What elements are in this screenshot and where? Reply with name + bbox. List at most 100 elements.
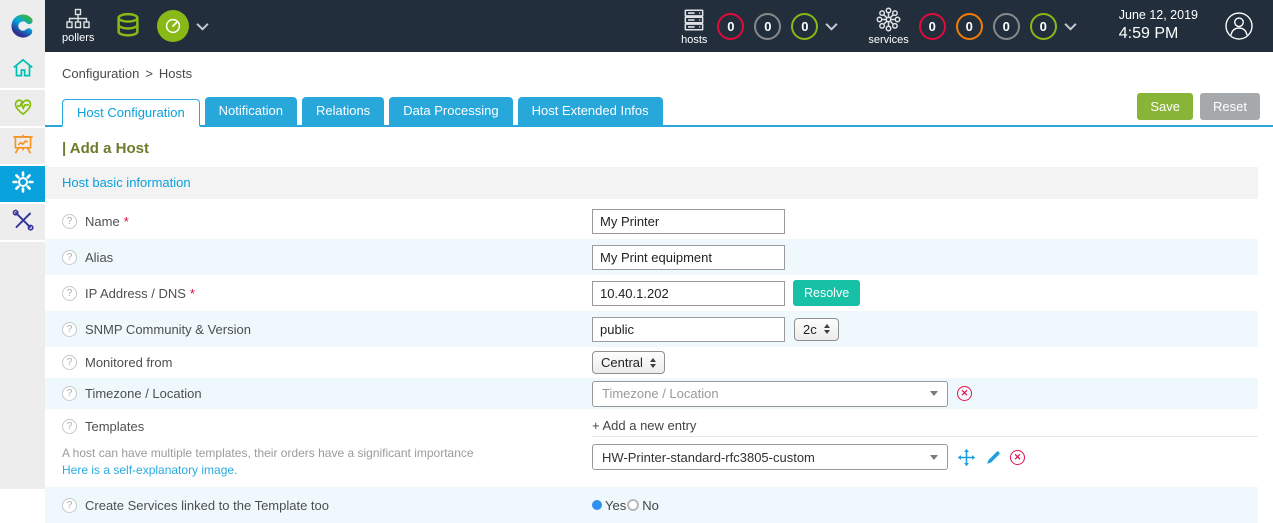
help-icon[interactable] [62,249,77,265]
templates-label: Templates [85,418,145,434]
reset-button[interactable]: Reset [1200,93,1260,120]
select-arrows-icon [649,357,656,368]
create-services-no-option[interactable]: No [627,498,660,513]
sidebar-item-reporting[interactable] [0,128,45,166]
tab-relations[interactable]: Relations [301,97,385,125]
centreon-logo-icon [10,14,35,38]
clear-timezone-icon[interactable] [957,386,972,401]
help-icon[interactable] [62,386,77,401]
form-row-name: Name * [45,203,1258,239]
user-avatar-icon[interactable] [1224,11,1254,41]
page-title: | Add a Host [62,140,149,157]
breadcrumb-configuration[interactable]: Configuration [62,66,139,81]
breadcrumb-hosts[interactable]: Hosts [159,66,192,81]
snmp-community-input[interactable] [592,316,785,342]
breadcrumb: Configuration > Hosts [45,52,1273,81]
hosts-label: hosts [681,33,708,46]
hosts-unreachable-badge[interactable]: 0 [754,12,782,40]
form-row-create-services: Create Services linked to the Template t… [45,487,1258,523]
move-template-icon[interactable] [957,448,976,467]
monitored-from-value: Central [601,355,643,370]
hosts-menu[interactable]: hosts [681,7,707,46]
pollers-menu[interactable]: pollers [62,8,94,44]
save-button[interactable]: Save [1137,93,1194,120]
heart-pulse-icon [10,93,36,124]
required-marker: * [123,213,129,229]
ip-input[interactable] [592,280,785,306]
help-icon[interactable] [62,418,77,434]
snmp-version-select[interactable]: 2c [794,317,839,341]
create-services-label: Create Services linked to the Template t… [85,497,330,513]
name-label: Name [85,213,120,229]
chevron-down-icon[interactable] [196,22,210,31]
chevron-down-icon[interactable] [1064,22,1077,31]
tab-data-processing[interactable]: Data Processing [389,97,513,125]
help-icon[interactable] [62,285,77,301]
template-select[interactable]: HW-Printer-standard-rfc3805-custom [592,444,948,470]
delete-template-icon[interactable] [1010,449,1025,465]
form-row-templates: Templates A host can have multiple templ… [45,409,1258,487]
hosts-status-group: hosts 0 0 0 [681,7,839,46]
monitored-from-label: Monitored from [85,355,173,370]
help-icon[interactable] [62,355,77,370]
help-icon[interactable] [62,213,77,229]
yes-label: Yes [605,497,627,513]
form-row-monitored-from: Monitored from Central [45,347,1258,378]
sidebar-item-home[interactable] [0,52,45,90]
services-status-group: services 0 0 0 0 [868,6,1077,46]
hosts-up-badge[interactable]: 0 [791,12,819,40]
hosts-down-badge[interactable]: 0 [717,12,745,40]
tab-notification[interactable]: Notification [204,97,297,125]
radio-selected-icon [592,500,602,510]
centreon-logo[interactable] [0,0,45,52]
name-input[interactable] [592,208,785,234]
services-label: services [868,34,909,46]
date-text: June 12, 2019 [1118,8,1198,23]
templates-example-link[interactable]: Here is a self-explanatory image. [62,463,237,477]
form-actions: Save Reset [1137,93,1260,120]
chevron-down-icon[interactable] [825,22,839,31]
host-form: Name * Alias IP Address / DNS * [45,203,1258,523]
gauge-icon[interactable] [157,10,190,42]
hosts-icon [681,7,707,33]
gear-icon [11,170,35,199]
monitored-from-select[interactable]: Central [592,351,665,374]
templates-note: A host can have multiple templates, thei… [62,446,474,460]
radio-unselected-icon [627,499,640,511]
services-critical-badge[interactable]: 0 [918,12,946,40]
pollers-icon [65,8,91,31]
ip-label: IP Address / DNS [85,285,186,301]
services-unknown-badge[interactable]: 0 [992,12,1020,40]
sidebar-item-configuration[interactable] [0,166,45,204]
sidebar-item-administration[interactable] [0,204,45,242]
timezone-label: Timezone / Location [85,386,202,401]
caret-down-icon [930,454,938,460]
tab-host-configuration[interactable]: Host Configuration [62,99,200,127]
timezone-select[interactable]: Timezone / Location [592,380,948,407]
snmp-label: SNMP Community & Version [85,321,251,337]
alias-input[interactable] [592,244,785,270]
help-icon[interactable] [62,321,77,337]
home-icon [10,55,36,86]
pollers-label: pollers [62,32,95,44]
database-icon[interactable] [113,11,143,41]
tab-host-extended-infos[interactable]: Host Extended Infos [517,97,663,125]
services-warning-badge[interactable]: 0 [955,12,983,40]
help-icon[interactable] [62,497,77,513]
services-ok-badge[interactable]: 0 [1029,12,1057,40]
services-menu[interactable]: services [868,6,909,46]
tab-bar: Host Configuration Notification Relation… [45,93,1273,127]
main-content: Configuration > Hosts Host Configuration N… [45,52,1273,523]
edit-template-icon[interactable] [985,449,1002,466]
sidebar-item-monitoring[interactable] [0,90,45,128]
create-services-yes-option[interactable]: Yes [592,498,627,513]
add-template-entry[interactable]: + Add a new entry [592,415,1258,437]
section-header: Host basic information [45,167,1258,199]
tools-icon [10,207,36,238]
top-bar: pollers hosts 0 0 0 services 0 0 0 0 Jun… [0,0,1273,52]
clock: June 12, 2019 4:59 PM [1119,8,1198,44]
timezone-placeholder: Timezone / Location [602,386,719,401]
form-row-snmp: SNMP Community & Version 2c [45,311,1258,347]
select-arrows-icon [823,324,830,334]
resolve-button[interactable]: Resolve [793,280,861,306]
